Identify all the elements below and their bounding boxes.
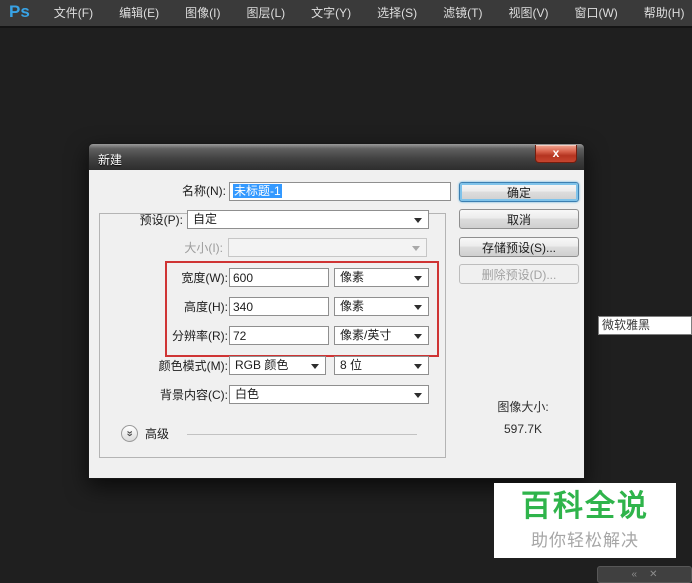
height-unit-dropdown[interactable]: 像素 [334,297,429,316]
menu-file[interactable]: 文件(F) [41,0,106,26]
background-contents-value: 白色 [235,387,260,401]
height-unit-value: 像素 [340,299,365,313]
preset-value: 自定 [193,212,218,226]
menu-help[interactable]: 帮助(H) [631,0,692,26]
chevron-down-icon [414,364,422,369]
preset-dropdown[interactable]: 自定 [187,210,429,229]
chevron-down-icon [414,218,422,223]
watermark-subtitle: 助你轻松解决 [531,531,639,550]
new-document-dialog: 新建 x 名称(N): 未标题-1 预设(P): 自定 大小(I): 宽度(W)… [88,143,585,479]
width-label: 宽度(W): [181,271,228,285]
chevron-down-icon [414,305,422,310]
width-unit-dropdown[interactable]: 像素 [334,268,429,287]
font-name-value: 微软雅黑 [602,318,651,332]
image-size-label: 图像大小: [497,400,549,414]
size-dropdown [228,238,427,257]
dialog-body: 名称(N): 未标题-1 预设(P): 自定 大小(I): 宽度(W): 像素 … [88,170,585,479]
width-unit-value: 像素 [340,270,365,284]
close-button[interactable]: x [535,145,577,163]
name-label: 名称(N): [182,184,226,198]
color-mode-label: 颜色模式(M): [158,359,228,373]
menu-filter[interactable]: 滤镜(T) [430,0,495,26]
resolution-input[interactable] [229,326,329,345]
background-contents-label: 背景内容(C): [160,388,228,402]
chevron-down-icon [311,364,319,369]
font-name-field[interactable]: 微软雅黑 [598,316,692,335]
resolution-label: 分辨率(R): [172,329,228,343]
color-mode-value: RGB 颜色 [235,358,289,372]
width-input[interactable] [229,268,329,287]
chevron-down-icon [412,246,420,251]
menu-window[interactable]: 窗口(W) [561,0,630,26]
ok-button[interactable]: 确定 [459,182,579,202]
watermark-title: 百科全说 [521,490,649,523]
height-label: 高度(H): [184,300,228,314]
menu-edit[interactable]: 编辑(E) [106,0,172,26]
dialog-title: 新建 [98,153,123,167]
double-chevron-down-icon: » [124,430,136,437]
image-size-value: 597.7K [503,422,543,436]
watermark-badge: 百科全说 助你轻松解决 [494,483,676,558]
bit-depth-dropdown[interactable]: 8 位 [334,356,429,375]
height-input[interactable] [229,297,329,316]
menu-select[interactable]: 选择(S) [364,0,430,26]
chevron-down-icon [414,393,422,398]
save-preset-button[interactable]: 存储预设(S)... [459,237,579,257]
preset-label: 预设(P): [139,213,183,227]
menu-image[interactable]: 图像(I) [172,0,233,26]
app-menubar: Ps 文件(F) 编辑(E) 图像(I) 图层(L) 文字(Y) 选择(S) 滤… [0,0,692,28]
name-input-selected-text: 未标题-1 [233,184,282,198]
rewind-icon[interactable]: « [632,569,638,580]
menu-layer[interactable]: 图层(L) [233,0,298,26]
advanced-label: 高级 [145,427,170,441]
delete-preset-button: 删除预设(D)... [459,264,579,284]
chevron-down-icon [414,334,422,339]
advanced-expander-button[interactable]: » [121,425,138,442]
name-input[interactable]: 未标题-1 [229,182,451,201]
menu-view[interactable]: 视图(V) [495,0,561,26]
photoshop-logo: Ps [9,2,30,21]
size-label: 大小(I): [184,241,223,255]
dialog-titlebar: 新建 x [88,143,585,170]
resolution-unit-value: 像素/英寸 [340,328,392,342]
mini-control-bar[interactable]: « ✕ [597,566,692,583]
chevron-down-icon [414,276,422,281]
cancel-button[interactable]: 取消 [459,209,579,229]
color-mode-dropdown[interactable]: RGB 颜色 [229,356,326,375]
close-icon: x [552,146,560,160]
resolution-unit-dropdown[interactable]: 像素/英寸 [334,326,429,345]
image-size-readout: 图像大小: 597.7K [467,396,579,440]
bit-depth-value: 8 位 [340,358,363,372]
close-small-icon[interactable]: ✕ [649,569,657,580]
advanced-divider [187,434,417,435]
menu-type[interactable]: 文字(Y) [298,0,364,26]
background-contents-dropdown[interactable]: 白色 [229,385,429,404]
